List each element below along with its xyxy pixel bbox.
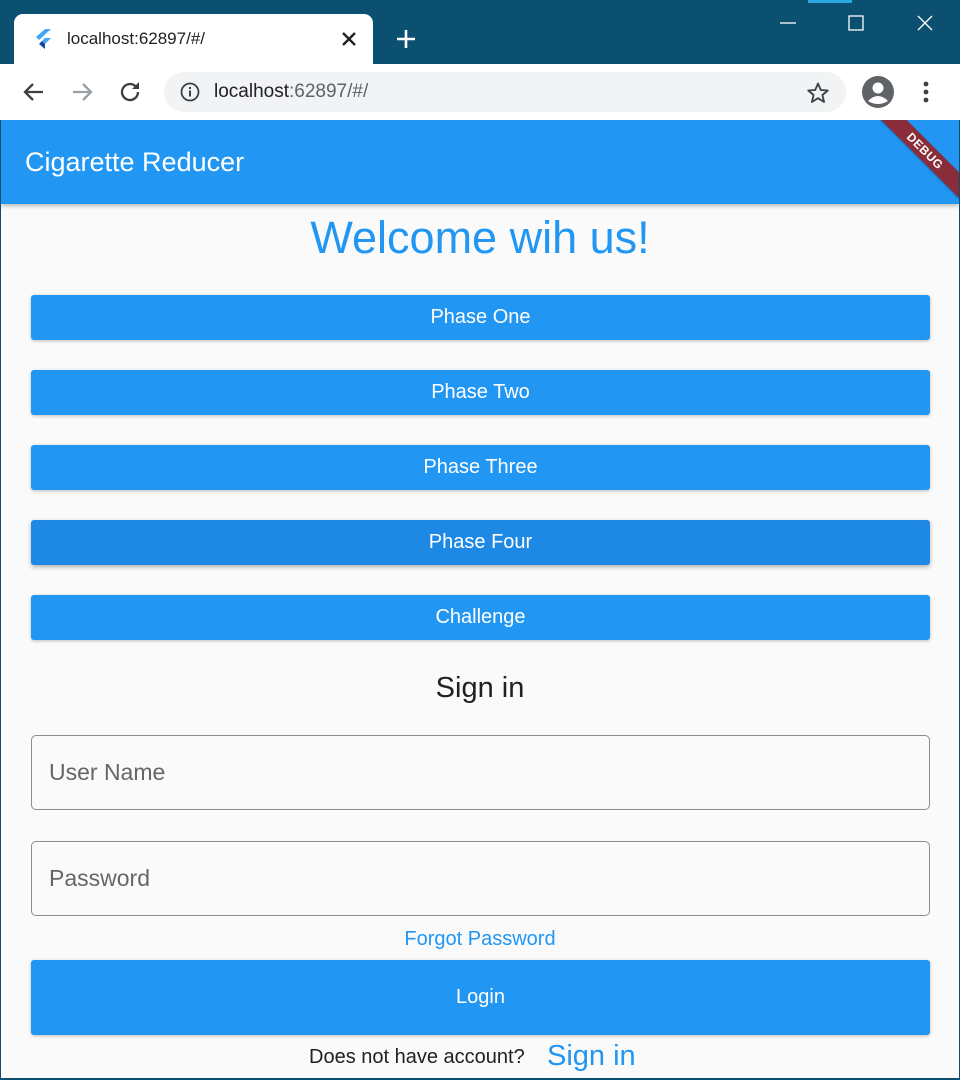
phase-three-button[interactable]: Phase Three — [31, 445, 930, 490]
profile-icon[interactable] — [861, 75, 895, 109]
username-field[interactable] — [31, 735, 930, 810]
browser-toolbar: localhost:62897/#/ — [0, 64, 960, 120]
phase-one-button[interactable]: Phase One — [31, 295, 930, 340]
browser-tab[interactable]: localhost:62897/#/ — [14, 14, 373, 65]
address-bar[interactable]: localhost:62897/#/ — [164, 72, 846, 112]
signin-heading: Sign in — [435, 672, 525, 704]
accent-strip — [808, 0, 852, 3]
app-viewport: Cigarette Reducer DEBUG Welcome wih us! … — [1, 120, 959, 1078]
no-account-text: Does not have account? — [309, 1046, 525, 1068]
window-titlebar: localhost:62897/#/ — [0, 0, 960, 65]
username-input[interactable] — [49, 736, 909, 808]
url-path: :62897/#/ — [289, 81, 369, 102]
url-text[interactable]: localhost:62897/#/ — [214, 81, 368, 103]
app-bar: Cigarette Reducer DEBUG — [1, 120, 959, 204]
forward-arrow-icon[interactable] — [68, 78, 96, 106]
phase-four-button[interactable]: Phase Four — [31, 520, 930, 565]
close-icon[interactable] — [338, 28, 360, 50]
more-vert-icon[interactable] — [916, 78, 936, 106]
info-icon[interactable] — [180, 82, 200, 102]
minimize-icon[interactable] — [768, 8, 808, 38]
signin-link[interactable]: Sign in — [547, 1040, 636, 1073]
back-arrow-icon[interactable] — [20, 78, 48, 106]
app-title: Cigarette Reducer — [25, 147, 245, 177]
password-field[interactable] — [31, 841, 930, 916]
plus-icon[interactable] — [392, 25, 420, 53]
maximize-icon[interactable] — [836, 8, 876, 38]
tab-title: localhost:62897/#/ — [67, 29, 205, 48]
star-icon[interactable] — [806, 81, 830, 105]
forgot-password-link[interactable]: Forgot Password — [1, 928, 959, 951]
debug-banner: DEBUG — [876, 120, 959, 200]
flutter-icon — [36, 29, 51, 49]
login-button[interactable]: Login — [31, 960, 930, 1035]
password-input[interactable] — [49, 842, 909, 914]
phase-two-button[interactable]: Phase Two — [31, 370, 930, 415]
reload-icon[interactable] — [116, 78, 144, 106]
url-host: localhost — [214, 81, 289, 102]
window-close-icon[interactable] — [905, 8, 945, 38]
welcome-heading: Welcome wih us! — [310, 212, 650, 263]
challenge-button[interactable]: Challenge — [31, 595, 930, 640]
